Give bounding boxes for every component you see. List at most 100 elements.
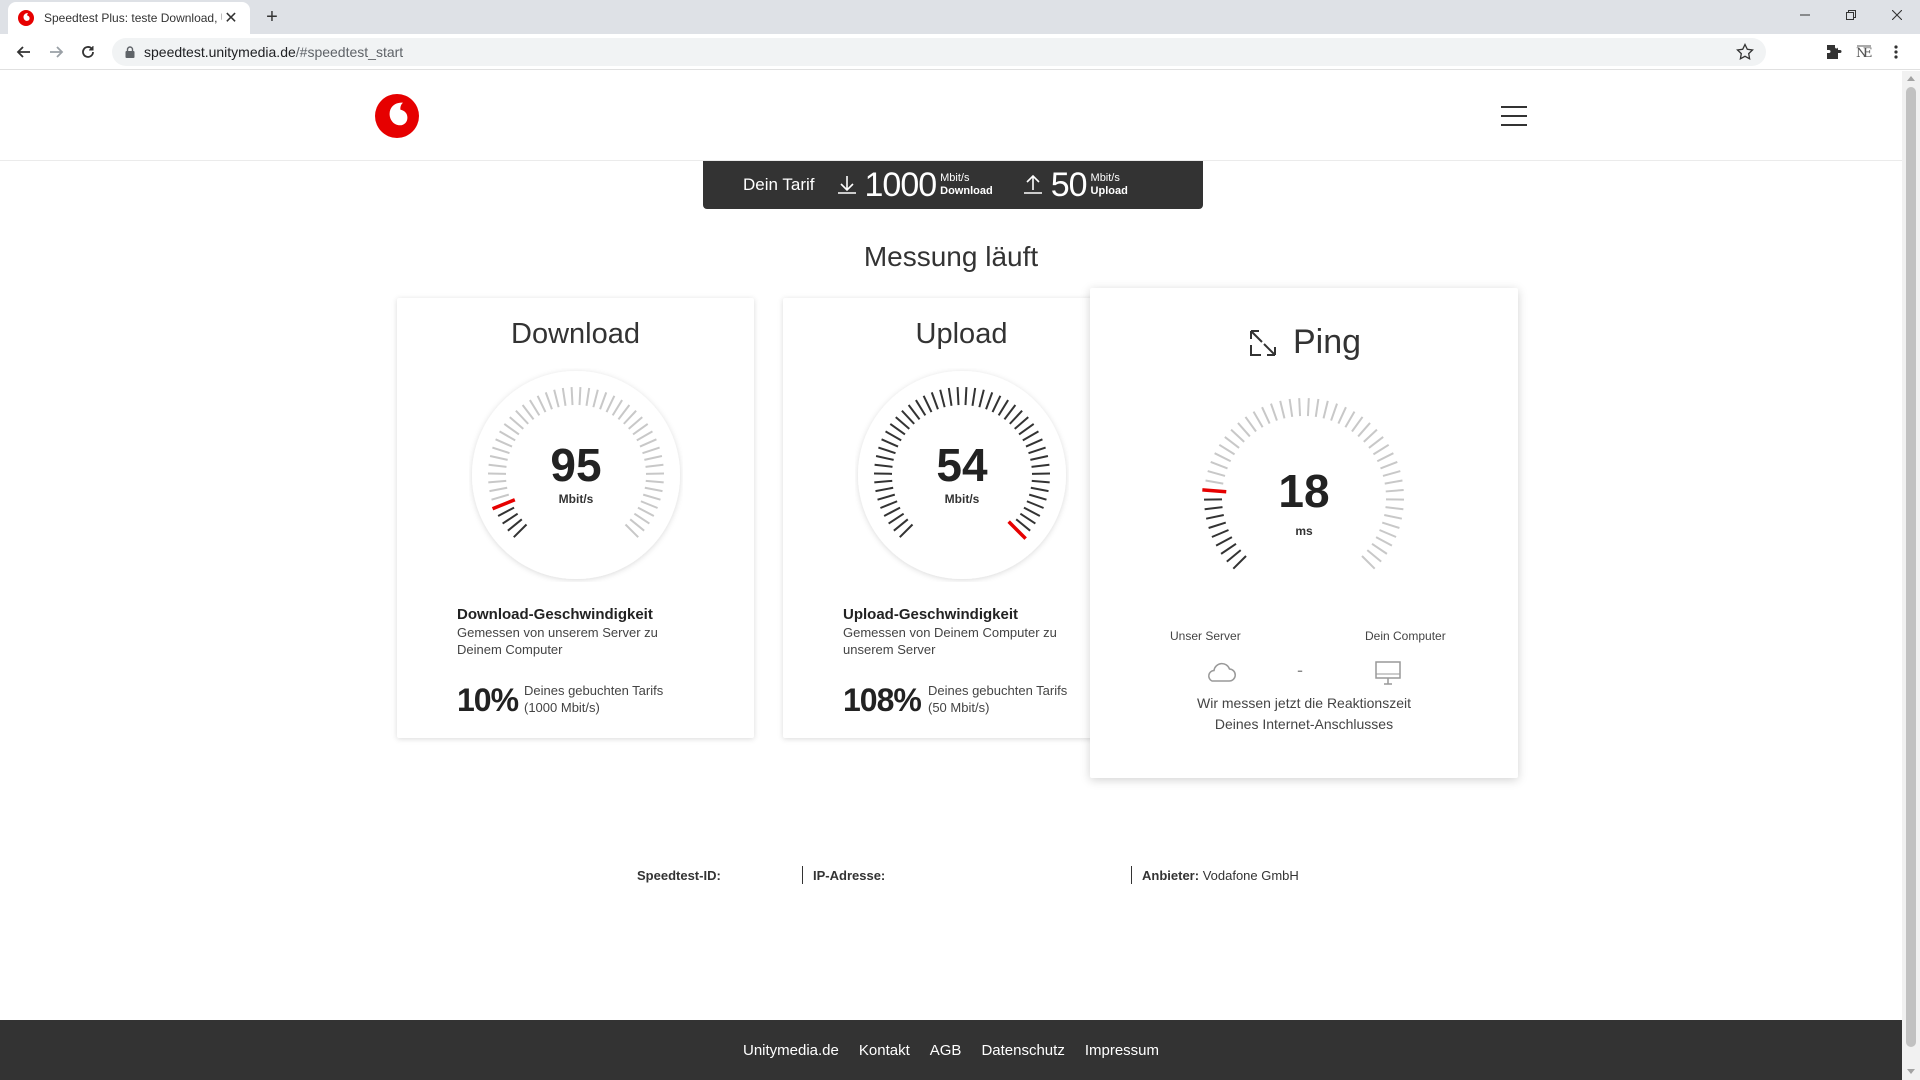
upload-percent: 108% bbox=[843, 682, 922, 718]
ping-gauge-tick bbox=[1357, 422, 1371, 438]
speedtest-id-label: Speedtest-ID: bbox=[637, 868, 721, 883]
ping-message: Wir messen jetzt die Reaktionszeit Deine… bbox=[1090, 693, 1518, 735]
ping-gauge-tick bbox=[1375, 536, 1393, 547]
tariff-download-unit: Mbit/s bbox=[940, 172, 970, 184]
tab-close-icon[interactable]: ✕ bbox=[222, 9, 240, 27]
tariff-label: Dein Tarif bbox=[743, 175, 815, 194]
ping-message-2: Deines Internet-Anschlusses bbox=[1214, 716, 1394, 732]
browser-menu-icon[interactable] bbox=[1884, 40, 1908, 64]
upload-unit: Mbit/s bbox=[944, 492, 980, 506]
ping-gauge-tick bbox=[1279, 400, 1286, 419]
ping-gauge-tick bbox=[1337, 406, 1347, 424]
upload-value: 54 bbox=[936, 439, 988, 491]
download-subtitle: Download-Geschwindigkeit bbox=[457, 606, 653, 623]
footer-link-kontakt[interactable]: Kontakt bbox=[859, 1042, 910, 1059]
extensions-icon[interactable] bbox=[1822, 40, 1846, 64]
scroll-down-icon[interactable] bbox=[1907, 1069, 1915, 1074]
tariff-upload-label: Upload bbox=[1090, 185, 1128, 197]
browser-tab-bar: Speedtest Plus: teste Download, Upload ✕… bbox=[0, 0, 1920, 34]
upload-icon bbox=[1023, 174, 1042, 194]
url-host: speedtest.unitymedia.de bbox=[144, 44, 296, 60]
upload-gauge-tick bbox=[964, 387, 968, 406]
bookmark-star-icon[interactable] bbox=[1736, 43, 1754, 61]
ping-gauge-tick bbox=[1366, 549, 1382, 563]
ping-gauge-tick bbox=[1361, 555, 1376, 570]
tariff-upload-value: 50 bbox=[1050, 165, 1088, 204]
browser-tab[interactable]: Speedtest Plus: teste Download, Upload ✕ bbox=[8, 2, 250, 34]
browser-toolbar: speedtest.unitymedia.de/#speedtest_start… bbox=[0, 34, 1920, 70]
address-bar[interactable]: speedtest.unitymedia.de/#speedtest_start bbox=[112, 38, 1766, 66]
upload-card: Upload 54 Mbit/s Upload-Geschwindigkeit … bbox=[783, 298, 1140, 738]
ping-gauge-tick bbox=[1220, 543, 1237, 555]
ping-gauge-tick bbox=[1232, 555, 1247, 570]
download-gauge: 95 Mbit/s bbox=[469, 368, 683, 582]
ping-gauge-tick bbox=[1224, 436, 1240, 449]
ping-gauge-tick bbox=[1314, 398, 1320, 417]
footer-link-agb[interactable]: AGB bbox=[930, 1042, 962, 1059]
download-percent: 10% bbox=[457, 682, 519, 718]
footer-link-unitymedia[interactable]: Unitymedia.de bbox=[743, 1042, 839, 1059]
ping-gauge-tick bbox=[1363, 428, 1378, 443]
ping-gauge-tick bbox=[1376, 452, 1394, 463]
ping-gauge-tick bbox=[1214, 452, 1232, 463]
upload-subtitle: Upload-Geschwindigkeit bbox=[843, 606, 1019, 623]
ping-gauge-tick bbox=[1230, 428, 1245, 443]
upload-percent-desc-1: Deines gebuchten Tarifs bbox=[928, 683, 1068, 698]
ping-gauge-tick bbox=[1372, 443, 1390, 456]
download-card: Download 95 Mbit/s Download-Geschwindigk… bbox=[397, 298, 754, 738]
download-description: Gemessen von unserem Server zu Deinem Co… bbox=[457, 625, 658, 657]
provider-label: Anbieter: bbox=[1142, 868, 1200, 883]
extension-nt-icon[interactable]: NE bbox=[1852, 40, 1876, 64]
menu-hamburger-icon[interactable] bbox=[1501, 106, 1527, 126]
vodafone-favicon-icon bbox=[18, 10, 34, 26]
computer-label: Dein Computer bbox=[1365, 629, 1446, 643]
ping-gauge-tick bbox=[1298, 398, 1302, 417]
ping-card: Ping 18 ms Unser Server Dein Computer - … bbox=[1090, 288, 1518, 778]
tab-title: Speedtest Plus: teste Download, Upload bbox=[44, 11, 222, 25]
upload-gauge: 54 Mbit/s bbox=[855, 368, 1069, 582]
vodafone-logo-icon[interactable] bbox=[375, 94, 419, 138]
upload-percent-description: Deines gebuchten Tarifs (50 Mbit/s) bbox=[928, 682, 1067, 716]
info-separator bbox=[1131, 866, 1132, 884]
upload-gauge-tick bbox=[956, 387, 960, 406]
scroll-up-icon[interactable] bbox=[1907, 76, 1915, 81]
info-separator bbox=[802, 866, 803, 884]
lock-icon bbox=[125, 46, 135, 58]
url-text: speedtest.unitymedia.de/#speedtest_start bbox=[144, 44, 403, 60]
ip-address-label: IP-Adresse: bbox=[813, 868, 886, 883]
ping-gauge-tick bbox=[1288, 398, 1294, 417]
page-content: Dein Tarif 1000 Mbit/s Download 50 Mbit/s… bbox=[0, 71, 1902, 1080]
download-gauge-tick bbox=[570, 387, 574, 406]
ping-gauge-tick bbox=[1252, 411, 1264, 428]
ping-gauge-tick bbox=[1371, 543, 1388, 555]
forward-icon[interactable] bbox=[44, 40, 68, 64]
footer-link-impressum[interactable]: Impressum bbox=[1085, 1042, 1159, 1059]
download-value: 95 bbox=[550, 439, 602, 491]
tariff-download-value: 1000 bbox=[864, 165, 938, 204]
ip-address: IP-Adresse: bbox=[813, 868, 885, 886]
ping-title: Ping bbox=[1292, 323, 1362, 361]
download-gauge-tick bbox=[578, 387, 582, 406]
restore-icon[interactable] bbox=[1828, 0, 1874, 30]
ping-gauge-tick bbox=[1215, 536, 1233, 547]
new-tab-icon[interactable]: + bbox=[262, 7, 282, 27]
back-icon[interactable] bbox=[12, 40, 36, 64]
ping-gauge-tick bbox=[1330, 403, 1338, 421]
ping-gauge-tick bbox=[1351, 416, 1364, 433]
ping-gauge-tick bbox=[1244, 416, 1257, 433]
minimize-icon[interactable] bbox=[1782, 0, 1828, 30]
page-scrollbar[interactable] bbox=[1902, 71, 1920, 1080]
connection-separator: - bbox=[1297, 660, 1303, 680]
ping-gauge-tick bbox=[1306, 398, 1310, 417]
url-path: /#speedtest_start bbox=[295, 44, 404, 60]
footer-link-datenschutz[interactable]: Datenschutz bbox=[981, 1042, 1064, 1059]
ping-arrows-icon bbox=[1249, 329, 1276, 356]
close-window-icon[interactable] bbox=[1874, 0, 1920, 30]
download-percent-description: Deines gebuchten Tarifs (1000 Mbit/s) bbox=[524, 682, 663, 716]
ping-gauge-tick bbox=[1322, 400, 1329, 419]
scrollbar-thumb[interactable] bbox=[1906, 87, 1916, 1047]
upload-title: Upload bbox=[915, 318, 1008, 350]
ping-value: 18 bbox=[1278, 465, 1330, 517]
upload-percent-desc-2: (50 Mbit/s) bbox=[928, 700, 990, 715]
reload-icon[interactable] bbox=[76, 40, 100, 64]
